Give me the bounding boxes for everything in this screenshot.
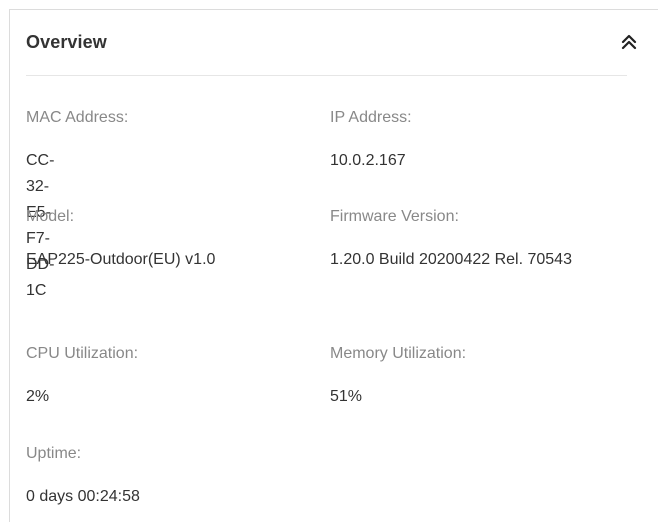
cpu-utilization-value: 2%: [26, 388, 50, 405]
collapse-button[interactable]: [619, 32, 639, 52]
model-label: Model:: [26, 208, 75, 225]
header-divider: [26, 75, 627, 76]
firmware-version-value: 1.20.0 Build 20200422 Rel. 70543: [330, 251, 572, 268]
memory-utilization-label: Memory Utilization:: [330, 345, 467, 362]
ip-address-value: 10.0.2.167: [330, 152, 406, 169]
uptime-value: 0 days 00:24:58: [26, 488, 140, 505]
firmware-version-label: Firmware Version:: [330, 208, 459, 225]
ip-address-label: IP Address:: [330, 109, 412, 126]
memory-utilization-value: 51%: [330, 388, 363, 405]
panel-title: Overview: [26, 32, 107, 52]
mac-address-label: MAC Address:: [26, 109, 129, 126]
uptime-label: Uptime:: [26, 445, 82, 462]
mac-address-value: CC-32-E5-F7-DD-1C: [26, 152, 55, 299]
panel-header: Overview: [10, 10, 658, 76]
overview-panel: Overview MAC Address: CC-32-E5-F7-DD-1C …: [9, 9, 658, 522]
cpu-utilization-label: CPU Utilization:: [26, 345, 139, 362]
double-chevron-up-icon: [619, 32, 639, 52]
model-value: EAP225-Outdoor(EU) v1.0: [26, 251, 216, 268]
